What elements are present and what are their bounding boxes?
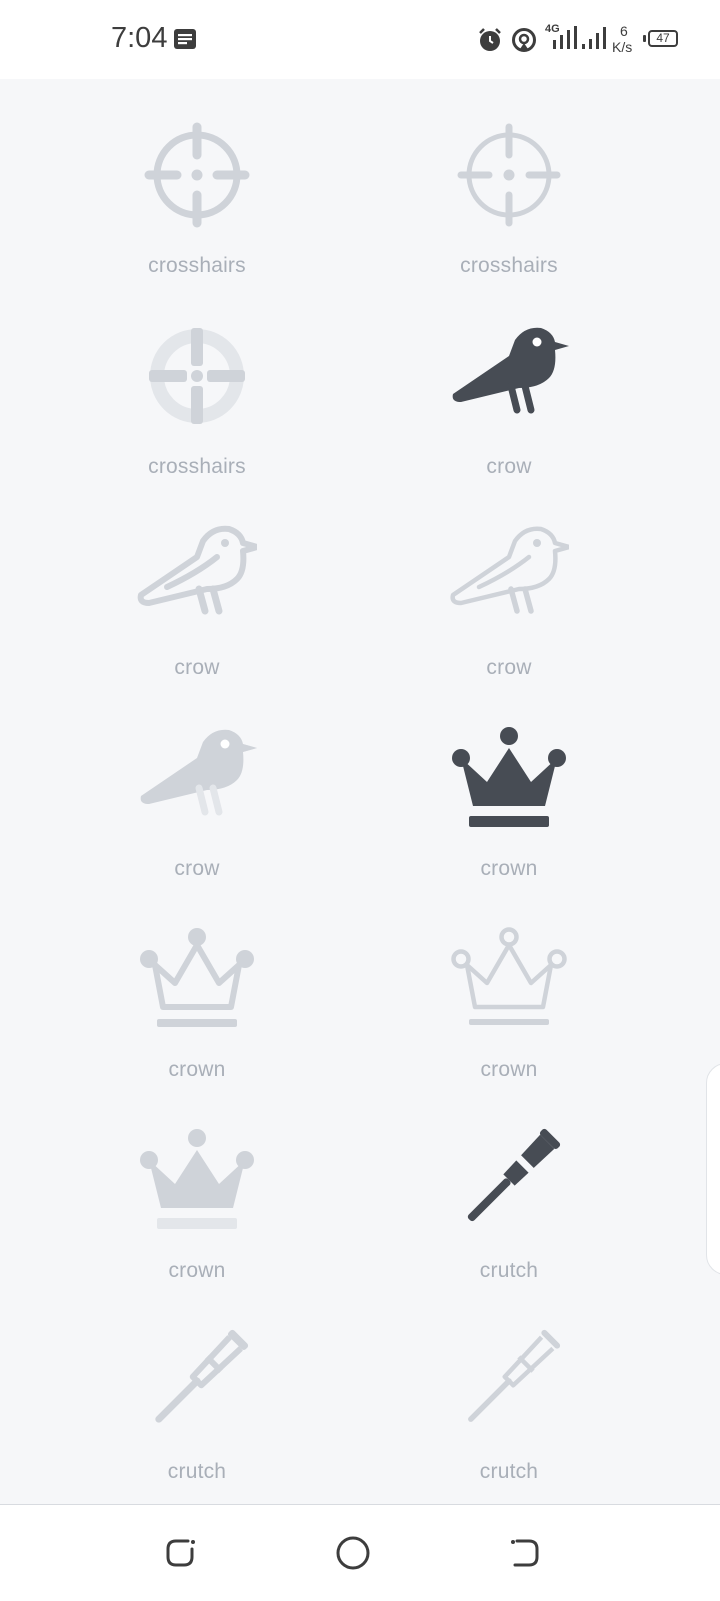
- crow-icon: [137, 525, 257, 615]
- status-bar: 7:04 4G 6 K/s 47: [0, 0, 720, 79]
- icon-label: crosshairs: [460, 254, 558, 277]
- battery-icon: 47: [648, 30, 678, 47]
- icon-label: crosshairs: [148, 455, 246, 478]
- icon-label: crow: [486, 656, 532, 679]
- hotspot-icon: [512, 28, 536, 52]
- battery-tip: [643, 35, 646, 42]
- icon-tile-crow-regular[interactable]: crow: [67, 493, 327, 679]
- icon-tile-crosshairs-thin[interactable]: crosshairs: [379, 91, 639, 277]
- back-button[interactable]: [503, 1531, 547, 1575]
- icon-label: crutch: [479, 1460, 539, 1483]
- icon-tile-crown-duotone[interactable]: crown: [67, 1096, 327, 1282]
- network-speed-unit: K/s: [612, 39, 633, 55]
- icon-label: crow: [174, 857, 220, 880]
- crown-icon: [140, 1129, 254, 1229]
- crow-icon: [452, 327, 569, 414]
- icon-label: crutch: [167, 1460, 227, 1483]
- crosshairs-icon: [144, 122, 250, 228]
- icon-label: crown: [480, 857, 538, 880]
- icon-tile-crown-regular[interactable]: crown: [67, 895, 327, 1081]
- icon-label: crosshairs: [148, 254, 246, 277]
- crown-icon: [451, 927, 567, 1025]
- recent-apps-button[interactable]: [158, 1531, 202, 1575]
- icon-tile-crutch-light[interactable]: crutch: [379, 1297, 639, 1483]
- icon-gallery: crosshairs crosshairs crosshairs crow cr…: [0, 79, 720, 1504]
- notification-icon: [174, 29, 196, 49]
- side-panel-handle[interactable]: [706, 1063, 720, 1275]
- navigation-bar: [0, 1504, 720, 1601]
- crosshairs-icon: [457, 123, 561, 227]
- crosshairs-icon: [149, 328, 245, 424]
- signal-icon-2: [582, 27, 606, 49]
- crutch-icon: [468, 1329, 561, 1422]
- crown-icon: [452, 727, 566, 827]
- crow-icon: [450, 526, 569, 614]
- icon-tile-crow-solid[interactable]: crow: [379, 292, 639, 478]
- status-time: 7:04: [111, 22, 168, 54]
- icon-tile-crosshairs-duotone[interactable]: crosshairs: [67, 292, 327, 478]
- home-button[interactable]: [331, 1531, 375, 1575]
- icon-label: crown: [168, 1259, 226, 1282]
- crutch-icon: [155, 1329, 249, 1423]
- crow-icon: [140, 729, 257, 816]
- battery-level: 47: [656, 31, 670, 45]
- icon-label: crow: [174, 656, 220, 679]
- alarm-icon: [479, 28, 501, 51]
- crutch-icon: [467, 1128, 561, 1222]
- icon-label: crow: [486, 455, 532, 478]
- network-speed-value: 6: [620, 23, 628, 39]
- icon-tile-crow-duotone[interactable]: crow: [67, 694, 327, 880]
- icon-tile-crosshairs-light[interactable]: crosshairs: [67, 91, 327, 277]
- icon-label: crutch: [479, 1259, 539, 1282]
- signal-icon: [553, 26, 577, 49]
- icon-tile-crow-light[interactable]: crow: [379, 493, 639, 679]
- icon-tile-crutch-regular[interactable]: crutch: [67, 1297, 327, 1483]
- icon-label: crown: [480, 1058, 538, 1081]
- icon-tile-crown-solid[interactable]: crown: [379, 694, 639, 880]
- crown-icon: [140, 928, 254, 1027]
- icon-label: crown: [168, 1058, 226, 1081]
- icon-tile-crown-light[interactable]: crown: [379, 895, 639, 1081]
- icon-tile-crutch-solid[interactable]: crutch: [379, 1096, 639, 1282]
